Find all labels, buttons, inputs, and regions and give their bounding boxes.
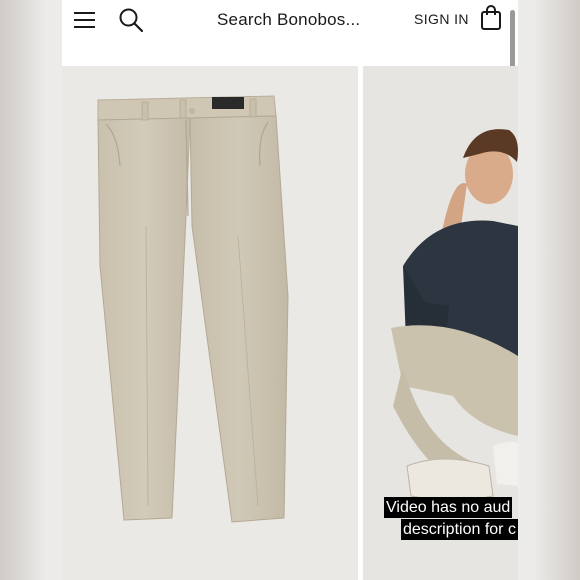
shopping-bag-icon — [481, 5, 501, 30]
video-caption-line-2: description for c — [401, 519, 518, 540]
product-page: Search Bonobos... SIGN IN Video has no a… — [62, 0, 518, 580]
khaki-pants-image — [97, 95, 289, 523]
cart-button[interactable] — [476, 4, 506, 32]
site-header: Search Bonobos... SIGN IN — [62, 0, 518, 95]
menu-icon — [74, 12, 95, 28]
video-caption-line-1: Video has no aud — [384, 497, 513, 518]
product-image-main[interactable] — [62, 66, 358, 580]
sign-in-link[interactable]: SIGN IN — [414, 11, 469, 27]
search-input[interactable]: Search Bonobos... — [217, 10, 360, 30]
search-button[interactable] — [116, 6, 146, 34]
menu-button[interactable] — [70, 6, 100, 34]
search-icon — [119, 8, 144, 33]
product-image-gallery[interactable]: Video has no aud description for c — [62, 66, 518, 580]
product-video-slide[interactable]: Video has no aud description for c — [363, 66, 518, 580]
